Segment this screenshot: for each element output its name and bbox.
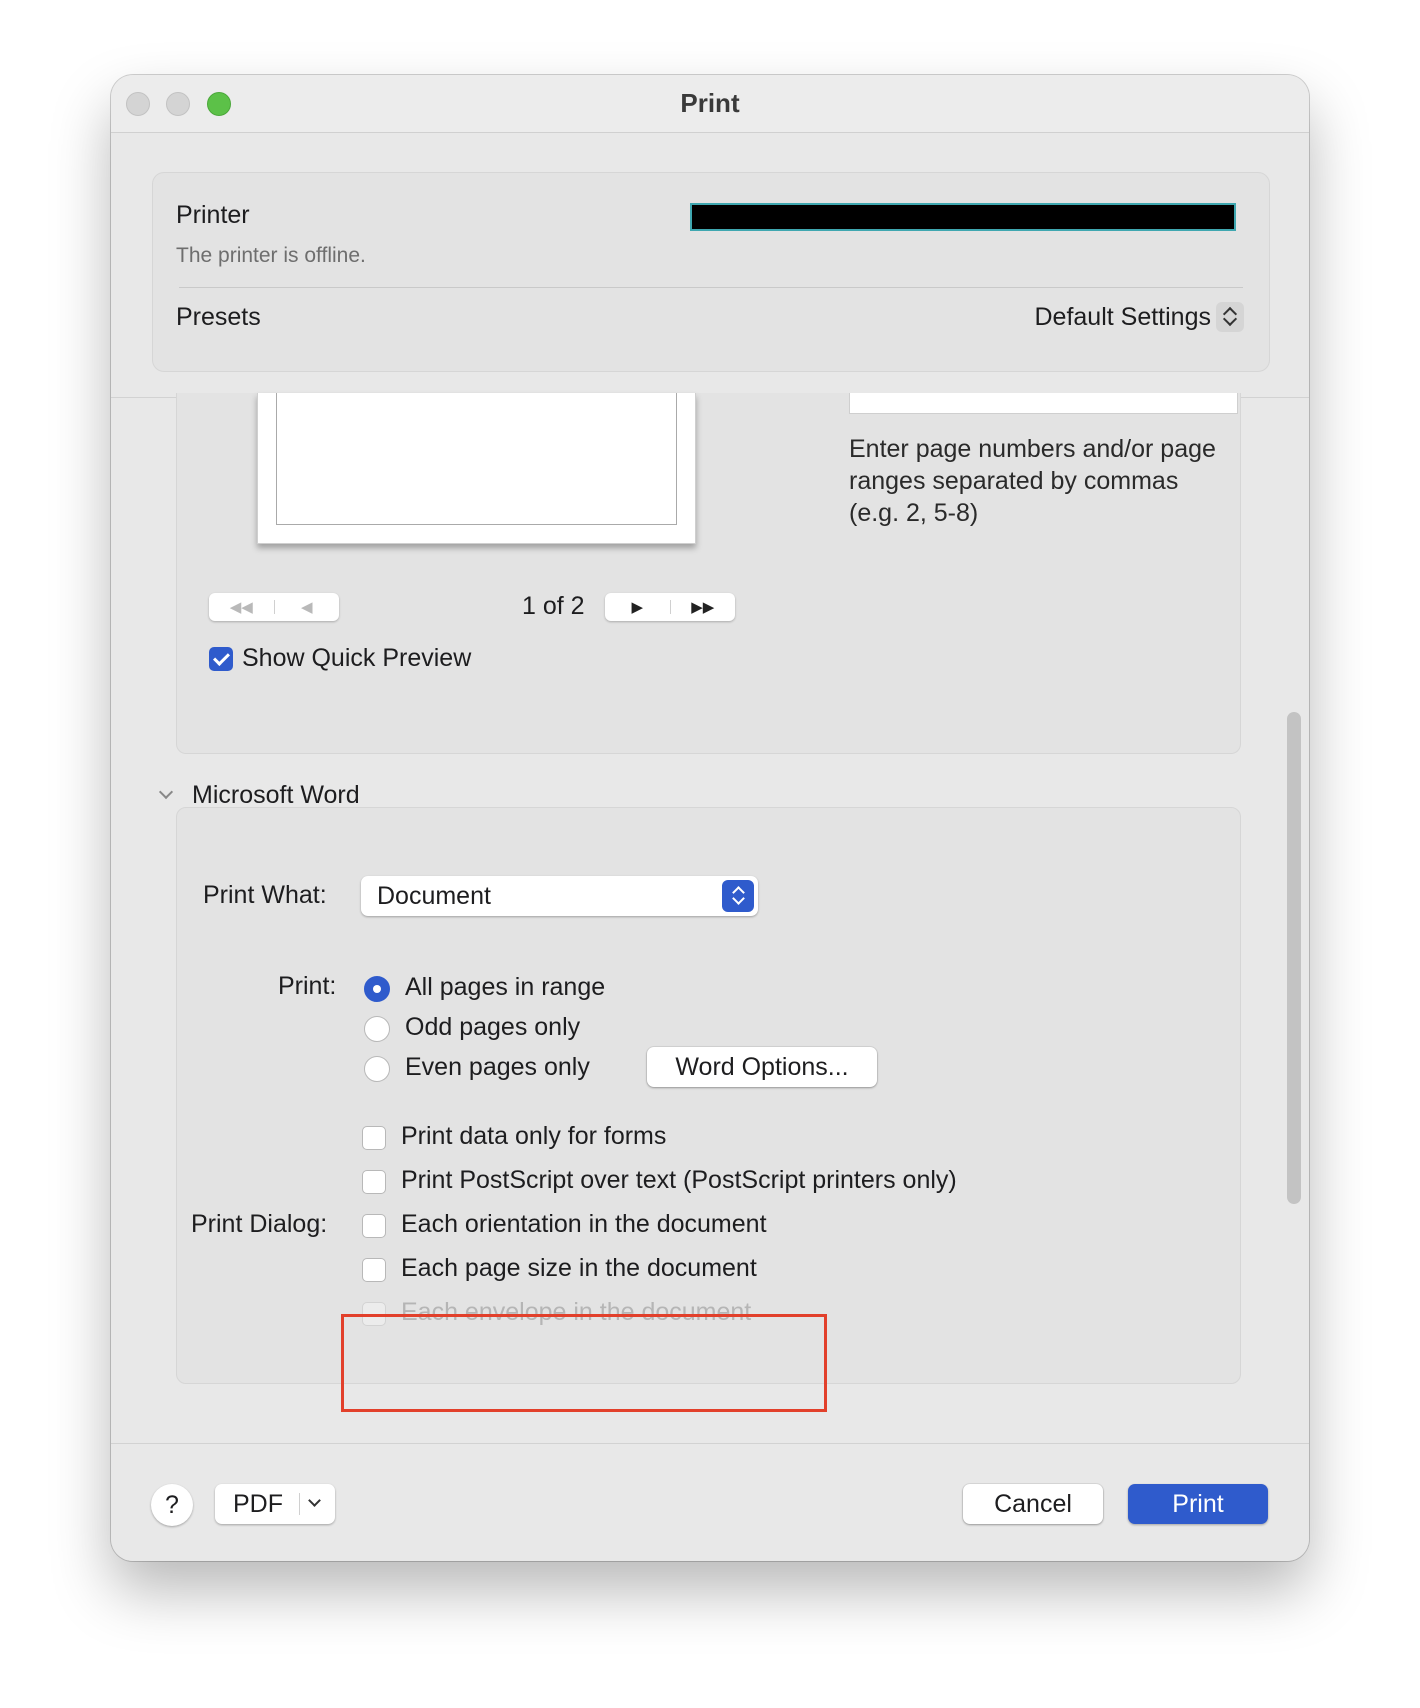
page-preview	[257, 393, 696, 544]
pdf-separator	[299, 1493, 300, 1515]
each-orientation-label[interactable]: Each orientation in the document	[401, 1210, 767, 1239]
pdf-label: PDF	[233, 1490, 283, 1518]
page-range-field[interactable]	[849, 393, 1238, 414]
next-page-icon[interactable]: ▶	[605, 598, 670, 616]
print-what-value: Document	[377, 882, 491, 910]
vertical-scrollbar-thumb[interactable]	[1287, 712, 1301, 1204]
print-dialog-window: Print Printer The printer is offline. Pr…	[111, 75, 1309, 1561]
each-page-size-label[interactable]: Each page size in the document	[401, 1254, 757, 1283]
each-orientation-checkbox[interactable]	[362, 1214, 386, 1238]
print-button[interactable]: Print	[1128, 1484, 1268, 1524]
print-dialog-label: Print Dialog:	[191, 1210, 328, 1238]
print-postscript-label[interactable]: Print PostScript over text (PostScript p…	[401, 1166, 957, 1195]
microsoft-word-panel: Print What: Document Print: All pages in…	[176, 807, 1241, 1384]
presets-stepper-icon[interactable]	[1216, 302, 1244, 332]
print-postscript-checkbox[interactable]	[362, 1170, 386, 1194]
radio-even-pages[interactable]	[364, 1056, 390, 1082]
print-what-label: Print What:	[203, 881, 327, 909]
printer-status: The printer is offline.	[176, 244, 366, 267]
first-page-icon[interactable]: ◀◀	[209, 598, 274, 616]
printer-select-redacted[interactable]	[690, 203, 1236, 231]
printer-label: Printer	[176, 201, 250, 229]
annotation-highlight-box	[341, 1314, 827, 1412]
page-preview-margin	[276, 393, 677, 525]
page-range-hint: Enter page numbers and/or page ranges se…	[849, 435, 1216, 527]
section-collapse-chevron-icon[interactable]	[158, 784, 174, 800]
print-data-only-forms-label[interactable]: Print data only for forms	[401, 1122, 666, 1151]
presets-value[interactable]: Default Settings	[1035, 303, 1212, 332]
previous-page-icon[interactable]: ◀	[275, 598, 340, 616]
show-quick-preview-checkbox[interactable]	[209, 647, 233, 671]
presets-label: Presets	[176, 303, 261, 331]
preview-nav-forward[interactable]: ▶ ▶▶	[605, 593, 735, 621]
window-title: Print	[680, 88, 740, 118]
show-quick-preview-label[interactable]: Show Quick Preview	[242, 644, 471, 673]
print-label: Print:	[278, 972, 337, 1000]
radio-odd-pages[interactable]	[364, 1016, 390, 1042]
cancel-button[interactable]: Cancel	[963, 1484, 1103, 1524]
microsoft-word-section-title[interactable]: Microsoft Word	[192, 781, 360, 810]
title-bar: Print	[111, 75, 1309, 133]
settings-scroll-area[interactable]: Enter page numbers and/or page ranges se…	[111, 393, 1309, 1444]
printer-panel: Printer The printer is offline. Presets …	[152, 172, 1270, 372]
word-options-button[interactable]: Word Options...	[647, 1047, 877, 1087]
popup-arrows-icon	[722, 880, 754, 912]
radio-all-pages-label[interactable]: All pages in range	[405, 973, 605, 1002]
chevron-down-icon[interactable]	[308, 1494, 321, 1507]
preview-panel: Enter page numbers and/or page ranges se…	[176, 393, 1241, 754]
radio-even-pages-label[interactable]: Even pages only	[405, 1053, 590, 1082]
print-data-only-forms-checkbox[interactable]	[362, 1126, 386, 1150]
radio-all-pages[interactable]	[364, 976, 390, 1002]
printer-divider	[179, 287, 1243, 288]
last-page-icon[interactable]: ▶▶	[671, 598, 736, 616]
dialog-footer: ? PDF Cancel Print	[111, 1443, 1309, 1561]
print-what-popup[interactable]: Document	[361, 876, 758, 916]
each-page-size-checkbox[interactable]	[362, 1258, 386, 1282]
page-indicator: 1 of 2	[522, 592, 585, 620]
pdf-menu-button[interactable]: PDF	[215, 1484, 335, 1524]
preview-nav-back[interactable]: ◀◀ ◀	[209, 593, 339, 621]
help-button[interactable]: ?	[151, 1484, 193, 1526]
radio-odd-pages-label[interactable]: Odd pages only	[405, 1013, 580, 1042]
